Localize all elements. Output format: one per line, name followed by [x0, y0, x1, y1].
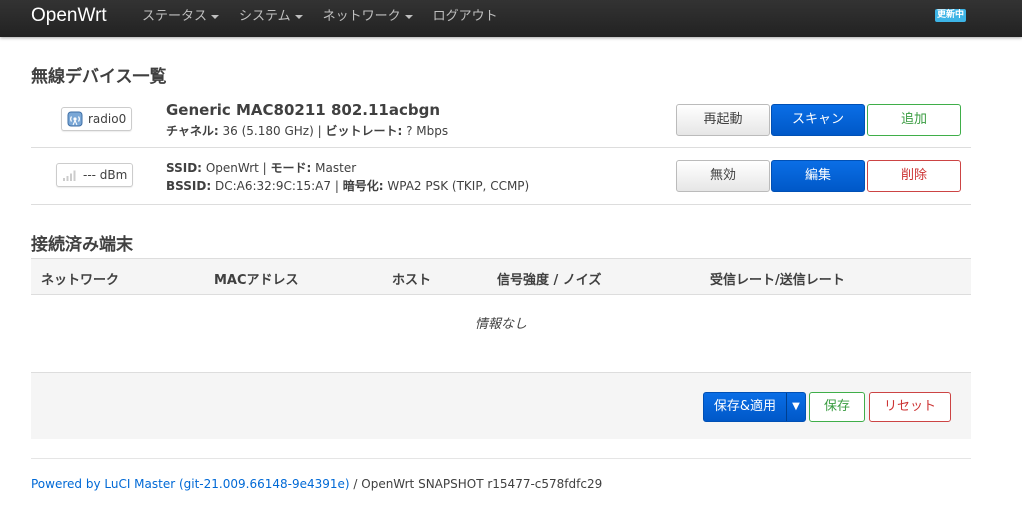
- network-bssid-line: BSSID: DC:A6:32:9C:15:A7 | 暗号化: WPA2 PSK…: [166, 177, 529, 194]
- add-network-button[interactable]: 追加: [867, 104, 961, 136]
- signal-label: --- dBm: [83, 168, 128, 182]
- empty-placeholder: 情報なし: [474, 317, 527, 332]
- save-apply-split-button: 保存&適用 ▼: [703, 392, 806, 422]
- column-header-host: ホスト: [392, 273, 432, 288]
- footer: Powered by LuCI Master (git-21.009.66148…: [31, 477, 602, 491]
- signal-badge: --- dBm: [56, 163, 134, 187]
- delete-button[interactable]: 削除: [867, 160, 961, 192]
- mode-label: モード:: [270, 161, 312, 175]
- column-header-rate: 受信レート/送信レート: [710, 273, 845, 288]
- signal-strength-icon: [63, 170, 76, 181]
- luci-version-link[interactable]: Powered by LuCI Master (git-21.009.66148…: [31, 477, 350, 491]
- network-row: --- dBm SSID: OpenWrt | モード: Master BSSI…: [31, 148, 971, 205]
- clients-table: ネットワーク MACアドレス ホスト 信号強度 / ノイズ 受信レート/送信レー…: [31, 258, 971, 355]
- restart-button[interactable]: 再起動: [676, 104, 770, 136]
- table-header-row: ネットワーク MACアドレス ホスト 信号強度 / ノイズ 受信レート/送信レー…: [31, 258, 971, 295]
- menu-network-label: ネットワーク: [322, 9, 401, 24]
- mode-value: Master: [315, 161, 357, 175]
- radio-iface-label: radio0: [88, 112, 127, 126]
- bssid-value: DC:A6:32:9C:15:A7: [214, 179, 332, 193]
- chevron-down-icon: [404, 14, 413, 19]
- device-details: チャネル: 36 (5.180 GHz) | ビットレート: ? Mbps: [166, 122, 448, 139]
- clients-heading: 接続済み端末: [31, 235, 133, 255]
- menu-network[interactable]: ネットワーク: [323, 0, 413, 37]
- menu-status-label: ステータス: [142, 9, 208, 24]
- bssid-label: BSSID:: [166, 179, 212, 193]
- chevron-down-icon: [211, 14, 220, 19]
- edit-button[interactable]: 編集: [771, 160, 865, 192]
- device-row: radio0 Generic MAC80211 802.11acbgn チャネル…: [31, 91, 971, 148]
- save-apply-button[interactable]: 保存&適用: [704, 393, 786, 421]
- ssid-value: OpenWrt: [205, 161, 259, 175]
- separator: |: [262, 161, 267, 175]
- save-button[interactable]: 保存: [809, 392, 865, 422]
- form-actions-bar: 保存&適用 ▼ 保存 リセット: [31, 372, 971, 439]
- device-title: Generic MAC80211 802.11acbgn: [166, 101, 440, 119]
- footer-divider: [31, 458, 971, 459]
- menu-logout[interactable]: ログアウト: [433, 0, 498, 37]
- wifi-radio-icon: [67, 111, 83, 127]
- refresh-status-badge[interactable]: 更新中: [935, 9, 967, 22]
- network-ssid-line: SSID: OpenWrt | モード: Master: [166, 159, 356, 176]
- main-menu: ステータス システム ネットワーク ログアウト: [142, 0, 518, 37]
- disable-button[interactable]: 無効: [676, 160, 770, 192]
- dropdown-arrow-icon[interactable]: ▼: [787, 393, 805, 421]
- encryption-value: WPA2 PSK (TKIP, CCMP): [387, 179, 530, 193]
- menu-system[interactable]: システム: [239, 0, 303, 37]
- wireless-heading: 無線デバイス一覧: [31, 67, 167, 87]
- column-header-signal: 信号強度 / ノイズ: [497, 273, 602, 288]
- menu-system-label: システム: [239, 9, 291, 24]
- channel-label: チャネル:: [166, 124, 219, 138]
- wireless-device-table: radio0 Generic MAC80211 802.11acbgn チャネル…: [31, 91, 971, 205]
- scan-button[interactable]: スキャン: [771, 104, 865, 136]
- channel-value: 36 (5.180 GHz): [222, 124, 314, 138]
- ssid-label: SSID:: [166, 161, 202, 175]
- top-navbar: OpenWrt ステータス システム ネットワーク ログアウト 更新中: [0, 0, 1022, 37]
- menu-logout-label: ログアウト: [432, 9, 498, 24]
- separator: |: [317, 124, 322, 138]
- bitrate-value: ? Mbps: [406, 124, 449, 138]
- column-header-mac: MACアドレス: [214, 273, 299, 288]
- separator: |: [334, 179, 339, 193]
- chevron-down-icon: [294, 14, 303, 19]
- footer-version-text: / OpenWrt SNAPSHOT r15477-c578fdfc29: [349, 477, 603, 491]
- reset-button[interactable]: リセット: [869, 392, 951, 422]
- column-header-network: ネットワーク: [41, 273, 120, 288]
- encryption-label: 暗号化:: [342, 179, 384, 193]
- radio-iface-badge: radio0: [61, 107, 133, 131]
- menu-status[interactable]: ステータス: [142, 0, 220, 37]
- bitrate-label: ビットレート:: [325, 124, 403, 138]
- brand-logo[interactable]: OpenWrt: [31, 5, 107, 27]
